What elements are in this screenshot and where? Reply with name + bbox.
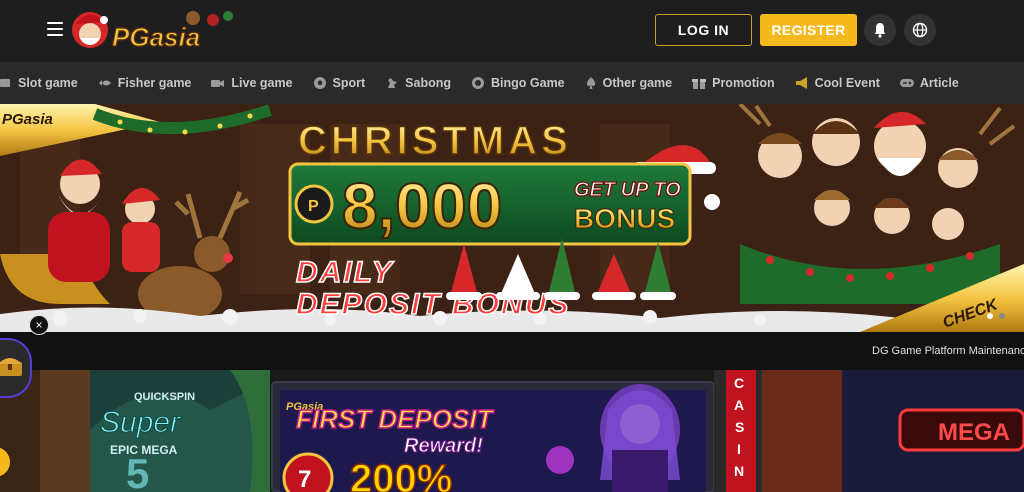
nav-item-sport[interactable]: Sport <box>313 76 366 90</box>
hamburger-menu-icon[interactable] <box>47 22 63 36</box>
site-header: PGasia LOG IN REGISTER <box>0 0 1024 62</box>
nav-item-bingo-game[interactable]: Bingo Game <box>471 76 565 90</box>
center-card-title: FIRST DEPOSIT <box>296 404 495 434</box>
treasure-chest-icon <box>0 358 22 376</box>
svg-text:A: A <box>734 397 744 413</box>
game-category-nav: Slot game Fisher game Live game Sport Sa… <box>0 62 1024 104</box>
nav-item-promotion[interactable]: Promotion <box>692 76 775 90</box>
nav-item-cool-event[interactable]: Cool Event <box>795 76 880 90</box>
language-button[interactable] <box>904 14 936 46</box>
notification-button[interactable] <box>864 14 896 46</box>
bingo-ball-icon <box>472 77 485 89</box>
nav-item-other-game[interactable]: Other game <box>585 76 672 90</box>
nav-item-label: Cool Event <box>814 76 880 90</box>
nav-item-fisher-game[interactable]: Fisher game <box>98 76 192 90</box>
banner-title: CHRISTMAS <box>298 119 572 163</box>
svg-text:7: 7 <box>298 466 311 492</box>
spade-icon <box>586 77 595 89</box>
nav-item-label: Live game <box>231 76 293 90</box>
site-logo[interactable]: PGasia <box>68 6 238 54</box>
nav-item-slot-game[interactable]: Slot game <box>0 76 78 90</box>
megaphone-icon <box>795 77 807 89</box>
svg-text:S: S <box>735 419 744 435</box>
nav-item-label: Promotion <box>712 76 775 90</box>
nav-item-label: Sabong <box>405 76 452 90</box>
banner-line1: DAILY <box>296 256 395 289</box>
gift-icon <box>692 79 707 89</box>
camera-icon <box>211 80 225 87</box>
promo-cards-area: QUICKSPIN Super EPIC MEGA 5 PGasia FIRST… <box>0 370 1024 492</box>
bell-icon <box>874 23 886 38</box>
gamepad-icon <box>899 79 914 87</box>
globe-icon <box>912 22 928 38</box>
soccer-ball-icon <box>313 77 326 89</box>
banner-amount: 8,000 <box>342 170 502 242</box>
svg-text:P: P <box>308 198 319 215</box>
logo-text: PGasia <box>112 22 200 52</box>
rooster-icon <box>388 78 398 88</box>
announcement-bar <box>0 332 1024 370</box>
svg-text:C: C <box>734 375 744 391</box>
nav-item-article[interactable]: Article <box>899 76 959 90</box>
center-card-reward: Reward! <box>404 435 483 457</box>
login-button[interactable]: LOG IN <box>655 14 752 46</box>
slot-icon <box>0 79 10 87</box>
nav-item-label: Bingo Game <box>491 76 565 90</box>
left-card-title: Super <box>100 406 181 439</box>
announcement-text: DG Game Platform Maintenance N <box>872 345 1024 357</box>
svg-text:N: N <box>734 463 744 479</box>
svg-text:I: I <box>737 441 741 457</box>
nav-item-live-game[interactable]: Live game <box>211 76 293 90</box>
svg-text:5: 5 <box>126 450 149 492</box>
right-card-mega: MEGA <box>938 419 1010 446</box>
nav-item-sabong[interactable]: Sabong <box>385 76 451 90</box>
nav-item-label: Other game <box>602 76 673 90</box>
banner-bonus: BONUS <box>574 203 675 234</box>
register-button[interactable]: REGISTER <box>760 14 857 46</box>
christmas-promo-banner[interactable]: PGasia CHRISTMAS P 8,000 GET UP TO BONUS… <box>0 104 1024 332</box>
nav-item-label: Slot game <box>18 76 78 90</box>
left-card-badge: QUICKSPIN <box>134 391 195 403</box>
nav-item-label: Sport <box>332 76 366 90</box>
nav-item-label: Article <box>919 76 959 90</box>
banner-corner-brand: PGasia <box>2 111 53 128</box>
center-card-percent: 200% <box>350 457 452 492</box>
nav-item-label: Fisher game <box>117 76 192 90</box>
close-icon[interactable]: × <box>29 315 49 335</box>
fish-icon <box>98 80 111 86</box>
banner-get-up-to: GET UP TO <box>574 179 681 201</box>
